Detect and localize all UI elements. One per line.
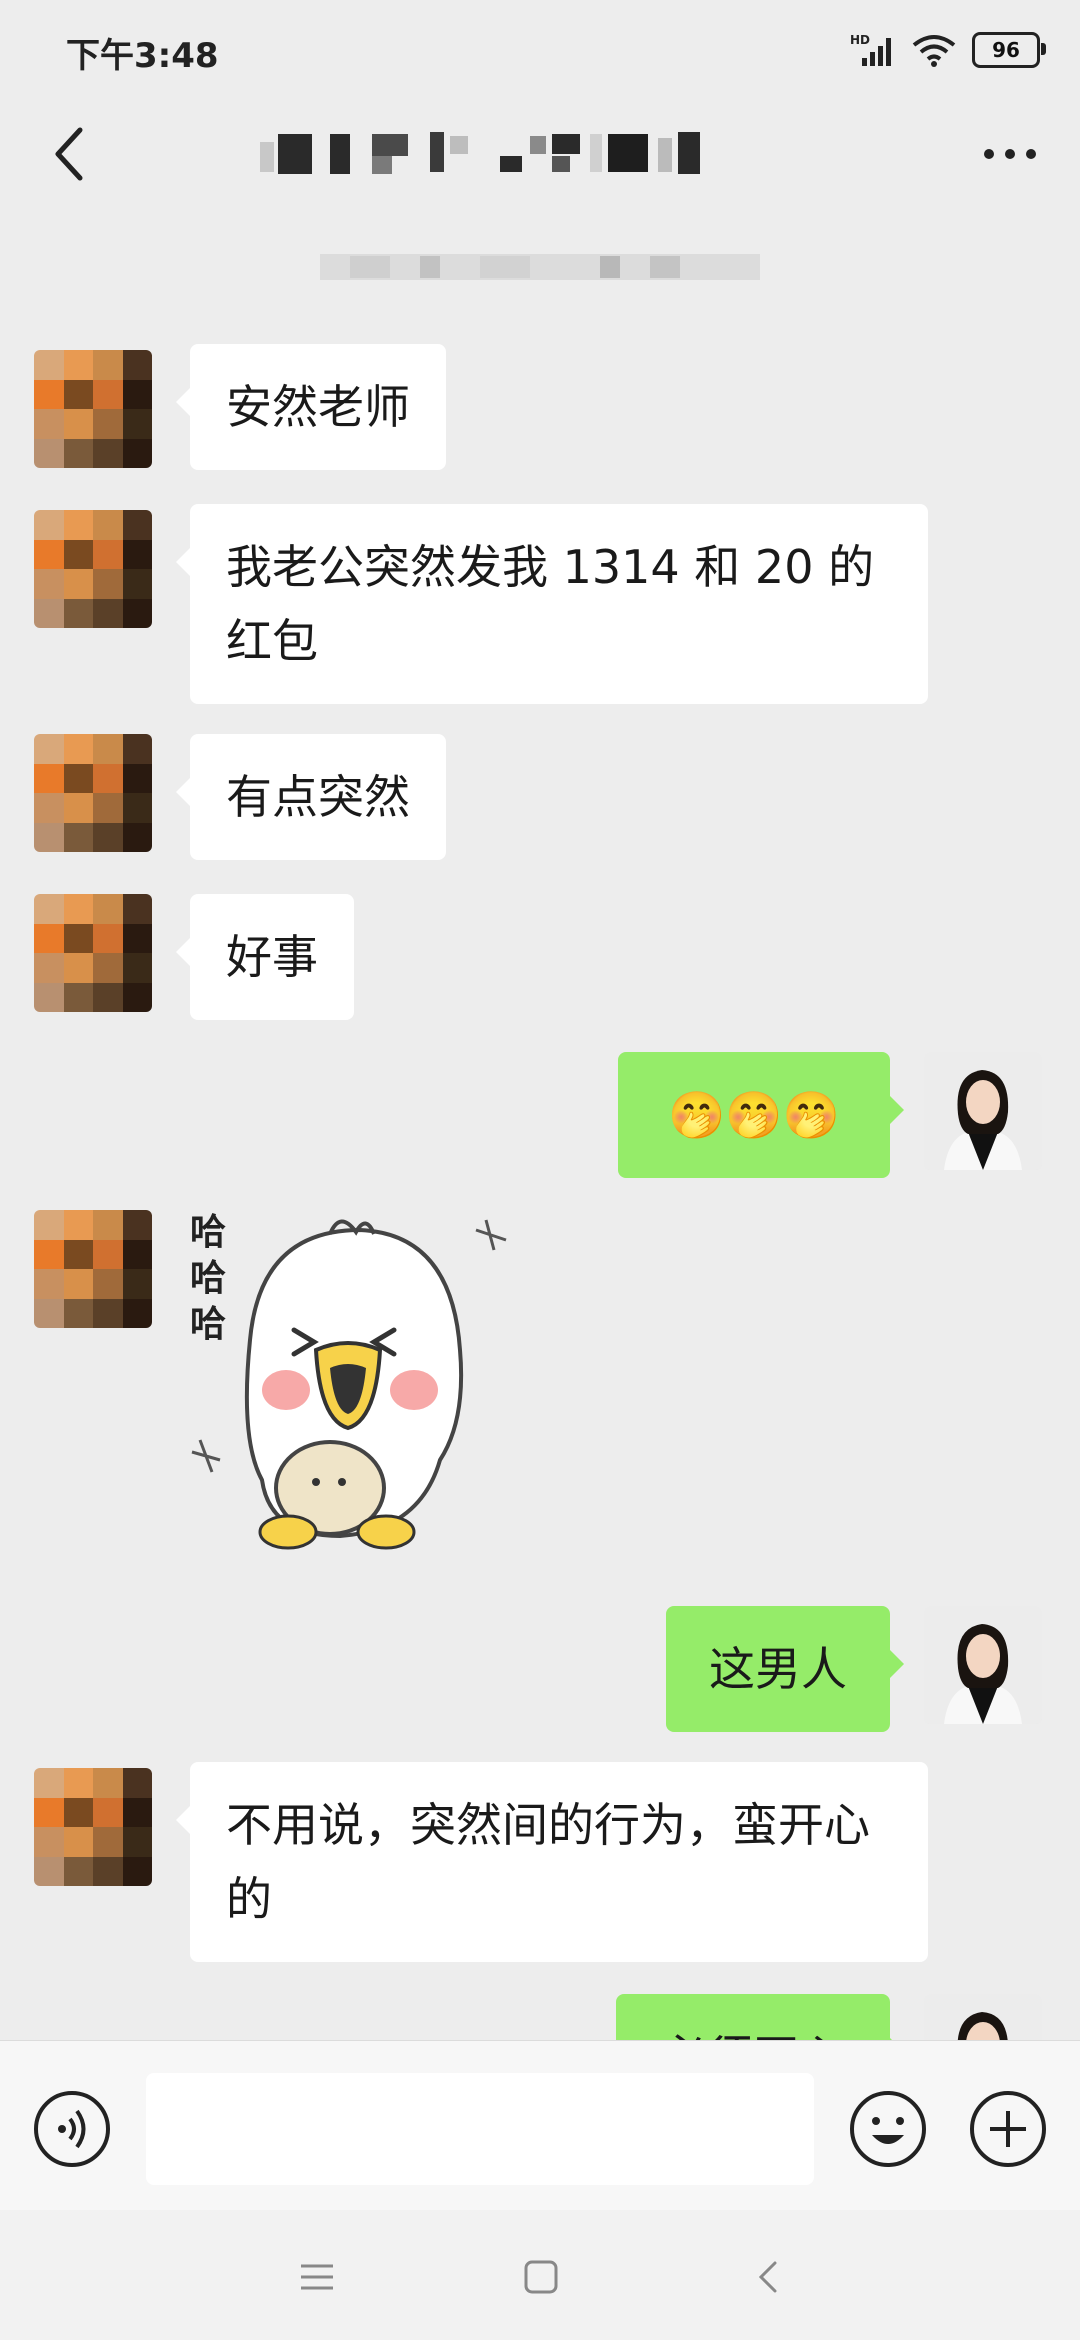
message-bubble[interactable]: 安然老师: [176, 344, 446, 470]
contact-avatar[interactable]: [34, 1210, 152, 1328]
battery-icon: 96: [972, 32, 1046, 68]
laughing-duck-sticker[interactable]: 哈哈哈: [190, 1200, 550, 1570]
chat-area[interactable]: 安然老师 我老公突然发我 1314 和 20 的红包 有点突然 好事 🤭🤭🤭 哈…: [0, 300, 1080, 2040]
back-nav-button[interactable]: [732, 2242, 802, 2312]
message-bubble[interactable]: 我老公突然发我 1314 和 20 的红包: [176, 504, 928, 704]
message-bubble[interactable]: 不用说，突然间的行为，蛮开心的: [176, 1762, 928, 1962]
home-icon: [524, 2260, 558, 2294]
person-portrait-icon: [924, 1994, 1042, 2040]
message-bubble[interactable]: 有点突然: [176, 734, 446, 860]
contact-avatar[interactable]: [34, 734, 152, 852]
chat-title-blurred: [260, 132, 700, 174]
plus-icon: [970, 2091, 1046, 2167]
person-portrait-icon: [924, 1052, 1042, 1170]
contact-avatar[interactable]: [34, 350, 152, 468]
message-bubble-outgoing[interactable]: 必须开心: [616, 1994, 904, 2040]
plus-button[interactable]: [968, 2089, 1048, 2169]
signal-icon: HD: [850, 33, 891, 66]
voice-icon: [34, 2091, 110, 2167]
subtitle-blurred: [320, 254, 760, 280]
network-type-label: HD: [850, 33, 870, 47]
message-bubble-outgoing[interactable]: 这男人: [666, 1606, 904, 1732]
status-time: 下午3:48: [66, 36, 219, 76]
my-avatar[interactable]: [924, 1606, 1042, 1724]
my-avatar[interactable]: [924, 1052, 1042, 1170]
message-bubble[interactable]: 好事: [176, 894, 354, 1020]
home-nav-button[interactable]: [506, 2242, 576, 2312]
back-button[interactable]: [30, 114, 110, 194]
emoji-button[interactable]: [848, 2089, 928, 2169]
more-dots-icon: [984, 149, 1036, 159]
menu-nav-button[interactable]: [282, 2242, 352, 2312]
person-portrait-icon: [924, 1606, 1042, 1724]
my-avatar[interactable]: [924, 1994, 1042, 2040]
message-bubble-outgoing[interactable]: 🤭🤭🤭: [618, 1052, 904, 1178]
input-bar: [0, 2040, 1080, 2211]
contact-avatar[interactable]: [34, 1768, 152, 1886]
status-icons: HD 96: [850, 28, 1046, 72]
menu-icon: [301, 2264, 333, 2290]
contact-avatar[interactable]: [34, 894, 152, 1012]
status-bar: 下午3:48 HD 96: [0, 0, 1080, 100]
message-input[interactable]: [146, 2073, 814, 2185]
back-icon: [758, 2261, 777, 2293]
battery-level: 96: [992, 38, 1020, 62]
duck-icon: [191, 1219, 507, 1550]
system-nav-bar: [0, 2210, 1080, 2340]
chat-header: [0, 100, 1080, 210]
contact-avatar[interactable]: [34, 510, 152, 628]
voice-button[interactable]: [32, 2089, 112, 2169]
more-button[interactable]: [970, 114, 1050, 194]
wifi-icon: [912, 35, 956, 67]
chevron-left-icon: [55, 127, 83, 181]
emoji-icon: [850, 2091, 926, 2167]
